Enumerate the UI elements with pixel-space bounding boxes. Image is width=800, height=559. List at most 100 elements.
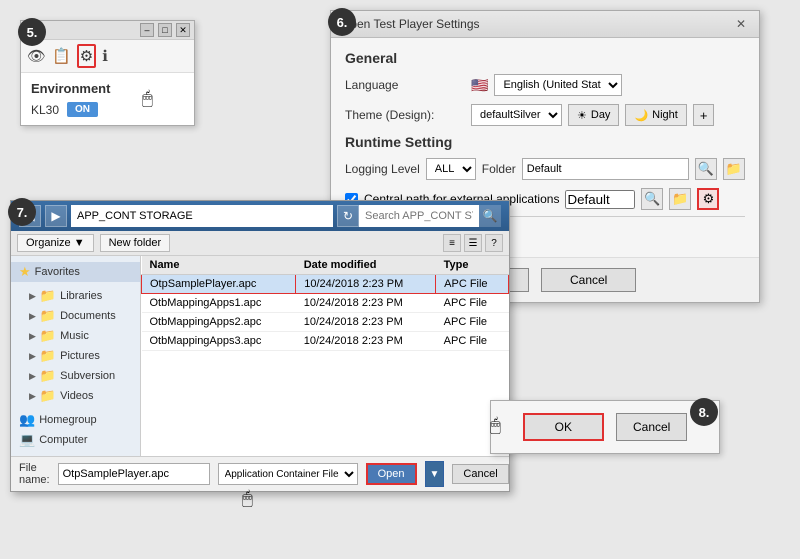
folder-icon-btn[interactable]: 📁: [723, 158, 745, 180]
favorites-item[interactable]: ★ Favorites: [11, 262, 140, 282]
close-btn[interactable]: ✕: [176, 23, 190, 37]
computer-item[interactable]: 💻 Computer: [11, 430, 140, 450]
central-search-icon-btn[interactable]: 🔍: [641, 188, 663, 210]
kl-label: KL30: [31, 103, 59, 117]
details-view-btn[interactable]: ☰: [464, 234, 482, 252]
homegroup-item[interactable]: 👥 Homegroup: [11, 410, 140, 430]
info-icon[interactable]: ℹ: [102, 47, 108, 65]
minimize-btn[interactable]: –: [140, 23, 154, 37]
videos-item[interactable]: ▶ 📁 Videos: [11, 386, 140, 406]
panel5-titlebar: – □ ✕: [21, 21, 194, 40]
panel6-close-btn[interactable]: ✕: [733, 16, 749, 32]
step-7-label: 7.: [8, 198, 36, 226]
libraries-item[interactable]: ▶ 📁 Libraries: [11, 286, 140, 306]
file-name: OtbMappingApps1.apc: [142, 294, 296, 313]
logging-row: Logging Level ALL Folder 🔍 📁: [345, 158, 745, 180]
env-row: KL30 ON: [31, 102, 184, 117]
star-icon: ★: [19, 264, 31, 280]
folder-icon: 📁: [40, 288, 56, 304]
table-row[interactable]: OtpSamplePlayer.apc 10/24/2018 2:23 PM A…: [142, 275, 509, 294]
logging-label: Logging Level: [345, 162, 420, 176]
file-type: APC File: [436, 275, 509, 294]
refresh-btn[interactable]: ↻: [337, 205, 359, 227]
folder-input[interactable]: [522, 158, 689, 180]
panel-5: – □ ✕ 👁 📋 ⚙ ℹ Environment KL30 ON: [20, 20, 195, 126]
central-folder-icon-btn[interactable]: 📁: [669, 188, 691, 210]
help-btn[interactable]: ?: [485, 234, 503, 252]
panel8-body: OK Cancel: [491, 401, 719, 453]
filename-label: File name:: [19, 462, 50, 486]
eye-icon[interactable]: 👁: [27, 47, 46, 65]
panel8-ok-btn[interactable]: OK: [523, 413, 604, 441]
step-5-label: 5.: [18, 18, 46, 46]
runtime-section-title: Runtime Setting: [345, 134, 745, 150]
arrow-icon: ▶: [29, 391, 36, 402]
search-icon-btn[interactable]: 🔍: [695, 158, 717, 180]
computer-icon: 💻: [19, 432, 35, 448]
central-path-input[interactable]: [565, 190, 635, 209]
list-view-btn[interactable]: ≡: [443, 234, 461, 252]
flag-icon: 🇺🇸: [471, 77, 488, 94]
table-row[interactable]: OtbMappingApps1.apc 10/24/2018 2:23 PM A…: [142, 294, 509, 313]
open-dropdown-arrow[interactable]: ▼: [425, 461, 445, 487]
panel8-cancel-btn[interactable]: Cancel: [616, 413, 687, 441]
file-list: Name Date modified Type OtpSamplePlayer.…: [141, 256, 509, 456]
arrow-icon: ▶: [29, 291, 36, 302]
night-btn[interactable]: 🌙 Night: [625, 104, 686, 126]
search-input[interactable]: [359, 205, 479, 227]
table-row[interactable]: OtbMappingApps3.apc 10/24/2018 2:23 PM A…: [142, 332, 509, 351]
col-date[interactable]: Date modified: [296, 256, 436, 275]
subversion-item[interactable]: ▶ 📁 Subversion: [11, 366, 140, 386]
central-settings-icon-btn[interactable]: ⚙: [697, 188, 719, 210]
address-input[interactable]: [71, 205, 333, 227]
address-bar: ◀ ▶ ↻: [19, 205, 359, 227]
file-table: Name Date modified Type OtpSamplePlayer.…: [141, 256, 509, 351]
add-theme-btn[interactable]: +: [693, 104, 715, 126]
logging-select[interactable]: ALL: [426, 158, 476, 180]
theme-row: Theme (Design): defaultSilver ☀ Day 🌙 Ni…: [345, 104, 745, 126]
filetype-select[interactable]: Application Container Files (*.: [218, 463, 358, 485]
folder-icon: 📁: [40, 368, 56, 384]
arrow-icon: ▶: [29, 331, 36, 342]
file-type: APC File: [436, 294, 509, 313]
libraries-section: ▶ 📁 Libraries ▶ 📁 Documents ▶ 📁 Music ▶ …: [11, 286, 140, 406]
folder-icon: 📁: [40, 388, 56, 404]
pictures-item[interactable]: ▶ 📁 Pictures: [11, 346, 140, 366]
panel-8: OK Cancel: [490, 400, 720, 454]
sun-icon: ☀: [577, 109, 587, 122]
file-date: 10/24/2018 2:23 PM: [296, 275, 436, 294]
music-item[interactable]: ▶ 📁 Music: [11, 326, 140, 346]
toggle-on[interactable]: ON: [67, 102, 98, 117]
search-btn[interactable]: 🔍: [479, 205, 501, 227]
new-folder-btn[interactable]: New folder: [100, 234, 171, 252]
panel7-toolbar: Organize ▼ New folder ≡ ☰ ?: [11, 231, 509, 256]
forward-btn[interactable]: ▶: [45, 205, 67, 227]
organize-btn[interactable]: Organize ▼: [17, 234, 94, 252]
filename-input[interactable]: [58, 463, 210, 485]
theme-select[interactable]: defaultSilver: [471, 104, 562, 126]
table-row[interactable]: OtbMappingApps2.apc 10/24/2018 2:23 PM A…: [142, 313, 509, 332]
documents-item[interactable]: ▶ 📁 Documents: [11, 306, 140, 326]
arrow-icon: ▶: [29, 351, 36, 362]
folder-label: Folder: [482, 162, 516, 176]
day-btn[interactable]: ☀ Day: [568, 104, 619, 126]
moon-icon: 🌙: [634, 109, 648, 122]
panel6-cancel-btn[interactable]: Cancel: [541, 268, 636, 292]
panel7-cancel-btn[interactable]: Cancel: [452, 464, 508, 484]
step-8-label: 8.: [690, 398, 718, 426]
open-btn[interactable]: Open: [366, 463, 417, 485]
panel6-title: Open Test Player Settings: [341, 17, 480, 31]
restore-btn[interactable]: □: [158, 23, 172, 37]
file-name: OtbMappingApps2.apc: [142, 313, 296, 332]
gear-icon[interactable]: ⚙: [77, 44, 96, 68]
col-name[interactable]: Name: [142, 256, 296, 275]
copy-icon[interactable]: 📋: [52, 47, 71, 65]
environment-label: Environment: [31, 81, 184, 96]
file-date: 10/24/2018 2:23 PM: [296, 294, 436, 313]
col-type[interactable]: Type: [436, 256, 509, 275]
language-select[interactable]: English (United Stat: [494, 74, 622, 96]
language-row: Language 🇺🇸 English (United Stat: [345, 74, 745, 96]
folder-icon: 📁: [40, 348, 56, 364]
panel7-sidebar: ★ Favorites ▶ 📁 Libraries ▶ 📁 Documents …: [11, 256, 141, 456]
file-date: 10/24/2018 2:23 PM: [296, 332, 436, 351]
